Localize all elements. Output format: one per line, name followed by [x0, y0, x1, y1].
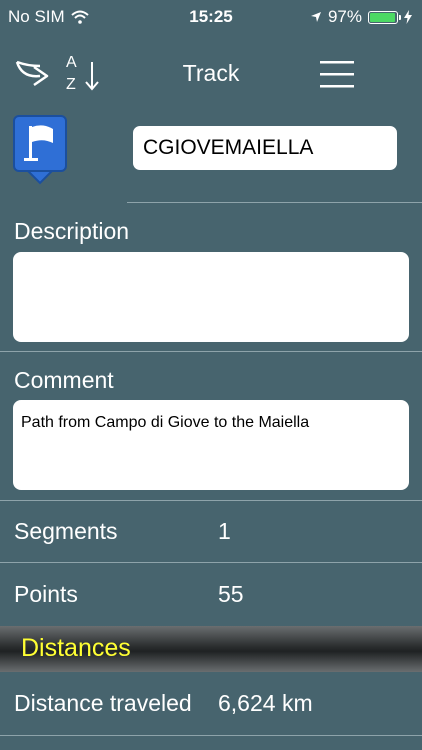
points-value: 55	[218, 581, 244, 607]
battery-icon	[368, 10, 401, 24]
distances-section-header: Distances	[0, 626, 422, 672]
battery-fill	[370, 12, 396, 22]
divider	[127, 202, 422, 203]
divider	[0, 351, 422, 352]
distance-traveled-value: 6,624 km	[218, 690, 313, 716]
charging-bolt-icon	[404, 10, 412, 24]
comment-label: Comment	[14, 367, 114, 393]
description-textarea[interactable]	[13, 252, 409, 342]
distance-traveled-label: Distance traveled	[14, 690, 192, 716]
points-label: Points	[14, 581, 78, 607]
divider	[0, 735, 422, 736]
status-right: 97%	[310, 7, 412, 27]
distances-header-label: Distances	[21, 634, 131, 662]
segments-value: 1	[218, 518, 231, 544]
page-title: Track	[182, 60, 240, 86]
segments-label: Segments	[14, 518, 118, 544]
status-bar: No SIM 15:25 97%	[0, 0, 422, 34]
location-arrow-icon	[310, 12, 321, 22]
battery-percent: 97%	[327, 7, 362, 26]
divider	[0, 562, 422, 563]
hamburger-menu-icon[interactable]	[318, 58, 356, 90]
divider	[0, 500, 422, 501]
comment-textarea[interactable]: Path from Campo di Giove to the Maiella	[13, 400, 409, 490]
track-name-input[interactable]	[133, 126, 397, 170]
description-label: Description	[14, 218, 130, 244]
flag-pin-icon[interactable]	[13, 115, 67, 185]
